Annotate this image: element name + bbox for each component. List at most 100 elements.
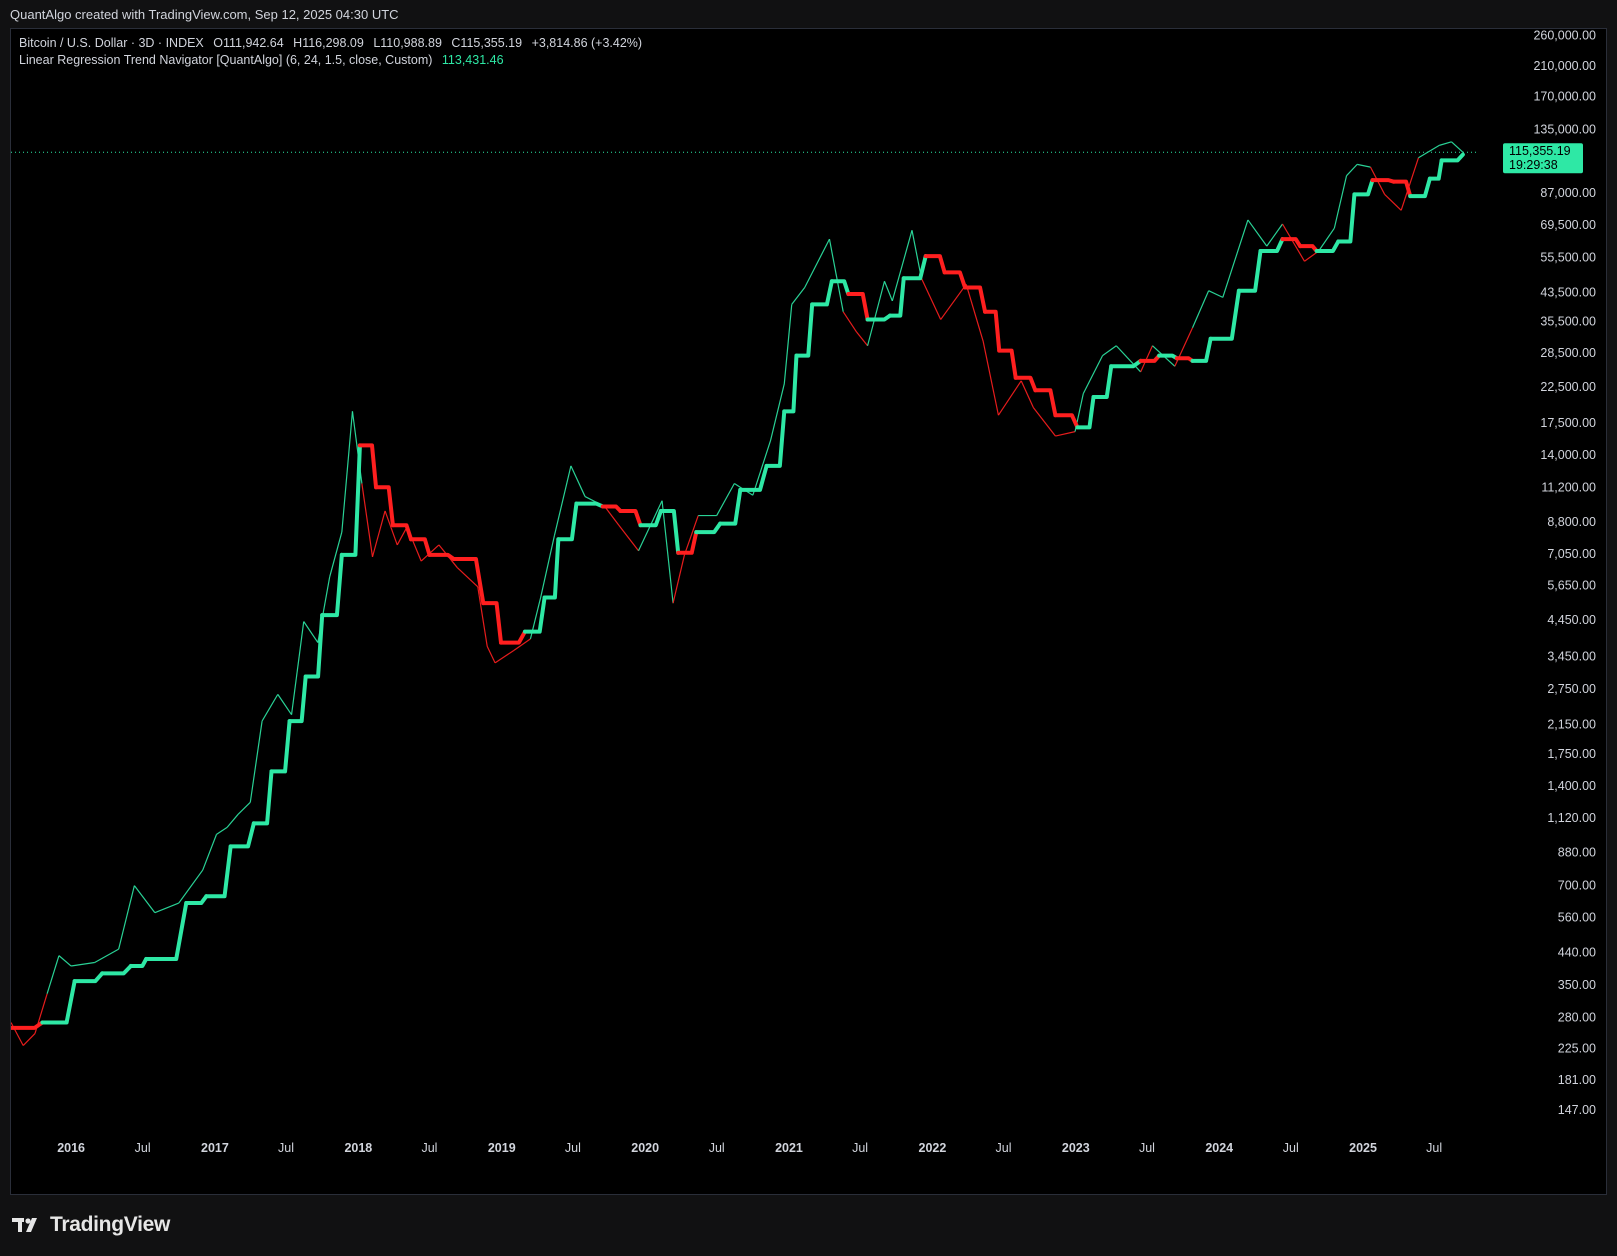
price-segment bbox=[71, 961, 95, 967]
price-segment bbox=[1346, 163, 1358, 177]
price-segment bbox=[154, 902, 180, 914]
y-tick-label: 14,000.00 bbox=[1540, 448, 1596, 462]
price-segment bbox=[1439, 141, 1452, 146]
y-axis[interactable]: 260,000.00 210,000.00 170,000.00 135,000.00… bbox=[1533, 29, 1596, 1117]
price-segment bbox=[303, 621, 319, 643]
footer: TradingView bbox=[0, 1195, 1617, 1256]
trend-segment bbox=[694, 521, 723, 535]
y-tick-label: 2,750.00 bbox=[1547, 682, 1596, 696]
chart-legend: Bitcoin / U.S. Dollar · 3D · INDEX O111,… bbox=[19, 35, 642, 69]
x-tick-label: 2025 bbox=[1349, 1141, 1377, 1155]
x-tick-label: Jul bbox=[278, 1141, 294, 1155]
trend-segment bbox=[1236, 249, 1263, 293]
trend-segment bbox=[303, 613, 325, 679]
price-segment bbox=[1247, 219, 1268, 247]
price-segment bbox=[1191, 290, 1210, 328]
price-segment bbox=[982, 340, 1000, 416]
trend-segment bbox=[72, 971, 105, 984]
y-tick-label: 135,000.00 bbox=[1533, 123, 1596, 137]
price-segment bbox=[237, 801, 251, 815]
trend-segment bbox=[901, 254, 928, 281]
trend-segment bbox=[40, 979, 77, 1025]
trend-segment bbox=[204, 844, 233, 899]
price-segment bbox=[371, 510, 386, 558]
price-segment bbox=[46, 955, 60, 994]
trend-segment bbox=[676, 530, 699, 555]
chart-pane[interactable]: 260,000.00 210,000.00 170,000.00 135,000.00… bbox=[10, 28, 1607, 1195]
legend-symbol-line[interactable]: Bitcoin / U.S. Dollar · 3D · INDEX O111,… bbox=[19, 35, 642, 52]
price-segment bbox=[58, 955, 72, 967]
price-segment bbox=[277, 694, 293, 716]
x-axis[interactable]: 2016 Jul 2017 Jul 2018 Jul 2019 Jul 2020 Jul 2021 J… bbox=[57, 1141, 1442, 1155]
legend-symbol: Bitcoin / U.S. Dollar · 3D · INDEX bbox=[19, 36, 204, 50]
trend-segment bbox=[923, 254, 947, 275]
price-badge-countdown: 19:29:38 bbox=[1509, 158, 1558, 172]
x-tick-label: 2024 bbox=[1205, 1141, 1233, 1155]
price-segment bbox=[178, 869, 204, 904]
price-segment bbox=[1418, 144, 1440, 159]
price-segment bbox=[783, 304, 793, 384]
x-tick-label: 2017 bbox=[201, 1141, 229, 1155]
price-badge: 115,355.19 19:29:38 bbox=[1503, 143, 1583, 174]
legend-indicator-value: 113,431.46 bbox=[441, 53, 504, 67]
price-segment bbox=[940, 283, 967, 320]
legend-indicator-name: Linear Regression Trend Navigator [Quant… bbox=[19, 53, 433, 67]
price-segment bbox=[866, 281, 886, 346]
price-segment bbox=[661, 500, 674, 604]
price-segment bbox=[1208, 290, 1224, 298]
trend-segment bbox=[638, 508, 663, 528]
legend-indicator-line[interactable]: Linear Regression Trend Navigator [Quant… bbox=[19, 52, 642, 69]
price-segment bbox=[361, 483, 374, 557]
trend-segment bbox=[128, 957, 149, 969]
attribution-text: QuantAlgo created with TradingView.com, … bbox=[10, 7, 399, 22]
legend-close: C115,355.19 bbox=[451, 36, 523, 50]
legend-low: L110,988.89 bbox=[373, 36, 442, 50]
price-segment bbox=[118, 885, 135, 950]
trend-segment bbox=[357, 443, 379, 490]
y-tick-label: 3,450.00 bbox=[1547, 649, 1596, 663]
trend-segment bbox=[600, 504, 623, 513]
price-segment bbox=[791, 287, 806, 305]
y-tick-label: 440.00 bbox=[1558, 945, 1596, 959]
price-segment bbox=[133, 885, 156, 914]
price-segment bbox=[1357, 163, 1371, 168]
y-tick-label: 170,000.00 bbox=[1533, 90, 1596, 104]
price-segment bbox=[553, 465, 572, 536]
trend-segment bbox=[100, 964, 133, 976]
trend-segment bbox=[228, 821, 256, 849]
price-segment bbox=[1318, 227, 1335, 252]
price-segment bbox=[1082, 355, 1104, 394]
trend-segment bbox=[427, 552, 456, 561]
y-tick-label: 880.00 bbox=[1558, 846, 1596, 860]
trend-segment bbox=[1190, 336, 1213, 363]
price-segment bbox=[920, 277, 942, 320]
trend-segment bbox=[846, 292, 870, 322]
tradingview-logo[interactable]: TradingView bbox=[12, 1213, 170, 1237]
price-segment bbox=[456, 567, 479, 588]
trend-segment bbox=[942, 270, 968, 290]
y-tick-label: 700.00 bbox=[1558, 879, 1596, 893]
y-tick-label: 2,150.00 bbox=[1547, 717, 1596, 731]
trend-segment bbox=[618, 508, 643, 528]
trend-segment bbox=[1208, 288, 1241, 341]
price-segment bbox=[261, 694, 279, 722]
legend-open: O111,942.64 bbox=[213, 36, 284, 50]
legend-high: H116,298.09 bbox=[293, 36, 364, 50]
price-segment bbox=[672, 554, 686, 604]
x-tick-label: Jul bbox=[1139, 1141, 1155, 1155]
price-segment bbox=[486, 646, 496, 664]
trend-segment bbox=[983, 309, 1002, 353]
price-segment bbox=[216, 826, 228, 835]
price-segment bbox=[1333, 175, 1348, 229]
price-segment bbox=[1140, 345, 1153, 373]
price-segment bbox=[249, 721, 263, 803]
top-attribution-bar: QuantAlgo created with TradingView.com, … bbox=[0, 0, 1617, 28]
trend-segment bbox=[865, 313, 892, 322]
price-segment bbox=[1102, 345, 1117, 357]
x-tick-label: Jul bbox=[565, 1141, 581, 1155]
x-tick-label: Jul bbox=[1283, 1141, 1299, 1155]
x-tick-label: Jul bbox=[421, 1141, 437, 1155]
trend-segment bbox=[144, 901, 189, 962]
price-chart[interactable]: 260,000.00 210,000.00 170,000.00 135,000.00… bbox=[11, 29, 1607, 1195]
trend-segment bbox=[320, 552, 344, 618]
